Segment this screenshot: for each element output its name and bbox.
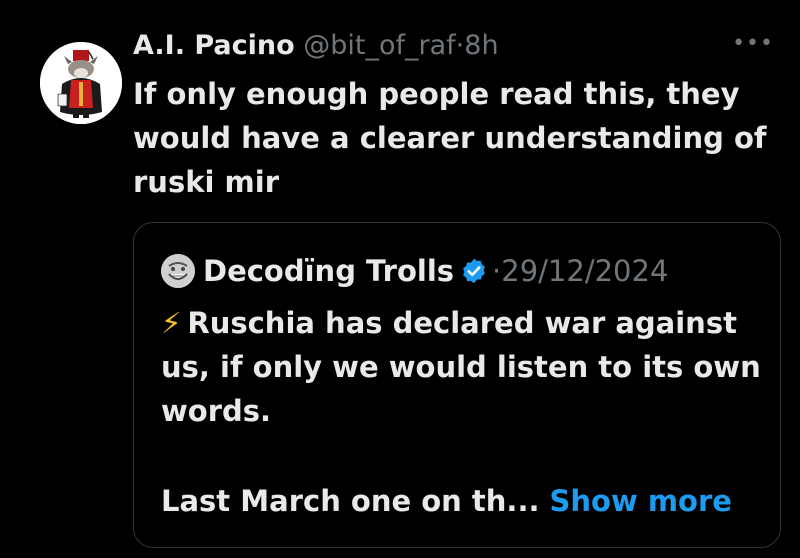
separator-dot: · (492, 254, 502, 288)
avatar[interactable] (40, 42, 122, 124)
separator-dot: · (455, 30, 465, 61)
quoted-tweet-card[interactable]: Decodïng Trolls · 29/12/2024 ⚡ Ruschia has… (133, 222, 781, 548)
quoted-tweet-truncation: Last March one on th... Show more (161, 479, 732, 523)
troll-face-icon (161, 254, 195, 288)
quoted-display-name[interactable]: Decodïng Trolls (203, 249, 454, 293)
quoted-tweet-header: Decodïng Trolls · 29/12/2024 (161, 249, 668, 293)
quoted-tweet-text: ⚡ Ruschia has declared war against us, if… (161, 301, 761, 433)
quoted-date[interactable]: 29/12/2024 (501, 249, 668, 293)
quoted-avatar[interactable] (161, 254, 195, 288)
more-horizontal-icon[interactable]: ••• (732, 33, 774, 55)
show-more-link[interactable]: Show more (550, 484, 732, 518)
timestamp[interactable]: 8h (464, 30, 498, 61)
lightning-icon: ⚡ (161, 306, 182, 340)
user-handle[interactable]: @bit_of_raf (303, 30, 455, 61)
avatar-image (40, 42, 122, 124)
tweet-header: A.I. Pacino @bit_of_raf·8h (133, 26, 499, 66)
quoted-tweet-body: Ruschia has declared war against us, if … (161, 306, 761, 428)
display-name[interactable]: A.I. Pacino (133, 30, 295, 61)
tweet-text: If only enough people read this, they wo… (133, 77, 767, 199)
verified-badge-icon (460, 257, 488, 285)
truncated-text: Last March one on th... (161, 484, 540, 518)
